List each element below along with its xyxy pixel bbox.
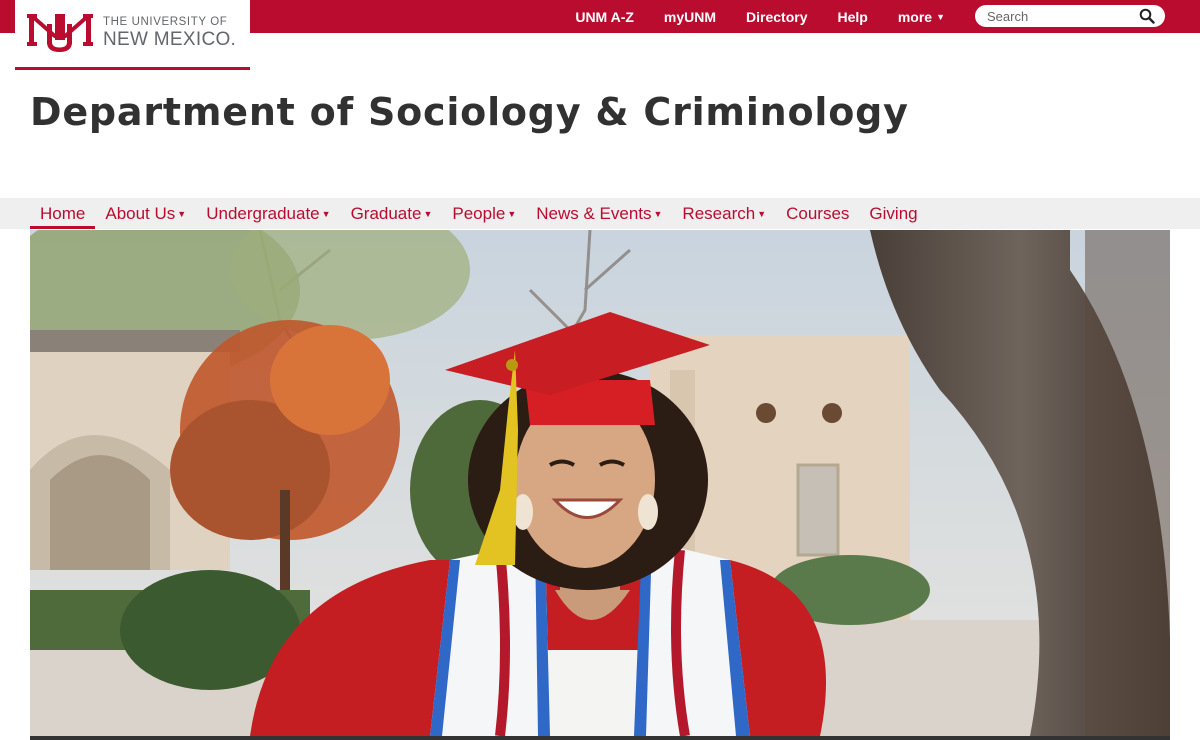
nav-item-news-events[interactable]: News & Events ▼ [526, 198, 672, 229]
nav-item-undergraduate[interactable]: Undergraduate ▼ [196, 198, 340, 229]
unm-monogram-icon [27, 14, 93, 52]
hero-bottom-bar [30, 736, 1170, 740]
main-nav: Home About Us ▼ Undergraduate ▼ Graduate ▼ … [0, 198, 1200, 229]
hero-image [30, 230, 1170, 736]
nav-label: Home [40, 203, 86, 223]
caret-down-icon: ▼ [507, 208, 517, 219]
caret-down-icon: ▼ [653, 208, 663, 219]
nav-label: People [452, 203, 506, 223]
link-help[interactable]: Help [823, 0, 883, 33]
link-label: Directory [746, 8, 808, 25]
link-label: more [897, 8, 933, 25]
search-input[interactable] [985, 7, 1139, 25]
search-icon[interactable] [1139, 8, 1155, 24]
link-label: UNM A-Z [575, 8, 634, 25]
nav-item-home[interactable]: Home [30, 198, 96, 229]
more-dropdown[interactable]: more ▼ [883, 0, 960, 33]
link-label: Help [837, 8, 868, 25]
link-unm-a-z[interactable]: UNM A-Z [560, 0, 649, 33]
nav-label: Giving [869, 203, 918, 223]
nav-label: About Us [105, 203, 176, 223]
nav-item-research[interactable]: Research ▼ [672, 198, 776, 229]
caret-down-icon: ▼ [321, 208, 331, 219]
nav-label: Undergraduate [206, 203, 320, 223]
caret-down-icon: ▼ [936, 11, 945, 22]
page-title[interactable]: Department of Sociology & Criminology [30, 90, 909, 134]
logo-line-1: THE UNIVERSITY OF [103, 16, 228, 28]
caret-down-icon: ▼ [423, 208, 433, 219]
caret-down-icon: ▼ [177, 208, 187, 219]
link-directory[interactable]: Directory [731, 0, 822, 33]
nav-item-about-us[interactable]: About Us ▼ [95, 198, 196, 229]
search-box [975, 5, 1165, 27]
nav-item-giving[interactable]: Giving [859, 198, 927, 229]
link-label: myUNM [663, 8, 717, 25]
hero-illustration [30, 230, 1170, 736]
nav-label: Graduate [350, 203, 422, 223]
nav-label: Research [682, 203, 756, 223]
caret-down-icon: ▼ [757, 208, 767, 219]
utility-links: UNM A-Z myUNM Directory Help more ▼ [560, 0, 960, 33]
unm-logo[interactable]: THE UNIVERSITY OF NEW MEXICO. [15, 0, 250, 70]
nav-label: News & Events [536, 203, 652, 223]
link-myunm[interactable]: myUNM [649, 0, 731, 33]
nav-label: Courses [786, 203, 850, 223]
logo-wordmark: THE UNIVERSITY OF NEW MEXICO. [103, 16, 237, 50]
nav-item-courses[interactable]: Courses [776, 198, 859, 229]
nav-item-graduate[interactable]: Graduate ▼ [341, 198, 443, 229]
logo-line-2: NEW MEXICO. [103, 28, 237, 50]
nav-item-people[interactable]: People ▼ [442, 198, 526, 229]
